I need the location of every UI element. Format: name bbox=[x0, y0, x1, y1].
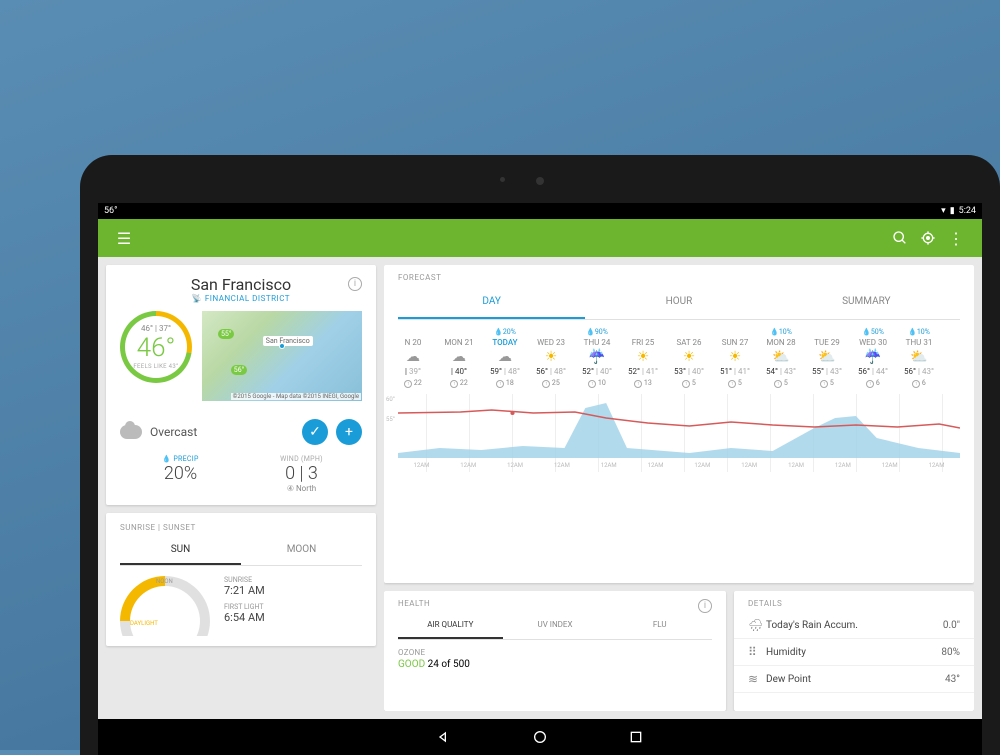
check-button[interactable]: ✓ bbox=[302, 419, 328, 445]
recents-icon[interactable] bbox=[628, 729, 644, 745]
condition-text: Overcast bbox=[150, 425, 294, 439]
forecast-day[interactable]: 💧50%WED 30☔56° | 44°↑ 6 bbox=[850, 326, 896, 388]
tablet-frame: 56° ▾ ▮ 5:24 ☰ ⋮ i San Francisco bbox=[80, 155, 1000, 755]
forecast-day[interactable]: FRI 25☀52° | 41°↑ 13 bbox=[620, 326, 666, 388]
forecast-card: FORECAST DAY HOUR SUMMARY N 20☁| 39°↑ 22… bbox=[384, 265, 974, 583]
sunrise-time: 7:21 AM bbox=[224, 584, 265, 597]
tab-summary[interactable]: SUMMARY bbox=[773, 286, 960, 319]
statusbar-time: 5:24 bbox=[959, 206, 976, 216]
city-name: San Francisco bbox=[120, 275, 362, 294]
health-card: i HEALTH AIR QUALITY UV INDEX FLU OZONE … bbox=[384, 591, 726, 711]
sun-dial: NOON DAYLIGHT bbox=[120, 576, 210, 636]
forecast-day[interactable]: 💧90%THU 24☔52° | 40°↑ 10 bbox=[574, 326, 620, 388]
app-toolbar: ☰ ⋮ bbox=[98, 219, 982, 257]
feels-like: FEELS LIKE 43° bbox=[133, 363, 178, 370]
temp-dial: 46° | 37° 46° FEELS LIKE 43° bbox=[120, 311, 192, 383]
forecast-day[interactable]: WED 23☀56° | 48°↑ 25 bbox=[528, 326, 574, 388]
sensor-dot bbox=[500, 177, 505, 182]
district-name: 📡 FINANCIAL DISTRICT bbox=[120, 294, 362, 303]
forecast-day[interactable]: 💧10%MON 28⛅54° | 43°↑ 5 bbox=[758, 326, 804, 388]
forecast-day[interactable]: MON 21☁| 40° ↑ 22 bbox=[436, 326, 482, 388]
android-statusbar: 56° ▾ ▮ 5:24 bbox=[98, 203, 982, 219]
wind-direction: ④ North bbox=[241, 484, 362, 493]
tab-flu[interactable]: FLU bbox=[607, 612, 712, 639]
current-temp: 46° bbox=[137, 333, 176, 363]
wifi-icon: ▾ bbox=[941, 206, 946, 216]
locate-icon[interactable] bbox=[914, 224, 942, 252]
forecast-day[interactable]: N 20☁| 39°↑ 22 bbox=[390, 326, 436, 388]
tab-moon[interactable]: MOON bbox=[241, 536, 362, 565]
sunrise-card: SUNRISE | SUNSET SUN MOON NOON DAYLIGHT bbox=[106, 513, 376, 646]
precip-value: 20% bbox=[120, 463, 241, 484]
mini-map[interactable]: 55° 56° San Francisco ©2015 Google - Map… bbox=[202, 311, 362, 401]
forecast-chart[interactable]: 60° 55° 12AM12AM12AM12AM12AM12AM12AM12AM… bbox=[384, 394, 974, 472]
tab-uv-index[interactable]: UV INDEX bbox=[503, 612, 608, 639]
forecast-days-row[interactable]: N 20☁| 39°↑ 22MON 21☁| 40° ↑ 22💧20%TODAY… bbox=[384, 320, 974, 394]
map-pin-icon bbox=[279, 343, 285, 349]
cloud-icon bbox=[120, 425, 142, 439]
firstlight-time: 6:54 AM bbox=[224, 611, 265, 624]
tab-sun[interactable]: SUN bbox=[120, 536, 241, 565]
forecast-day[interactable]: TUE 29⛅55° | 43°↑ 5 bbox=[804, 326, 850, 388]
tab-day[interactable]: DAY bbox=[398, 286, 585, 319]
forecast-day[interactable]: 💧20%TODAY☁59° | 48°↑ 18 bbox=[482, 326, 528, 388]
forecast-day[interactable]: SUN 27☀51° | 41°↑ 5 bbox=[712, 326, 758, 388]
location-card: i San Francisco 📡 FINANCIAL DISTRICT 46°… bbox=[106, 265, 376, 505]
tab-hour[interactable]: HOUR bbox=[585, 286, 772, 319]
info-icon[interactable]: i bbox=[698, 599, 712, 613]
forecast-day[interactable]: SAT 26☀53° | 40°↑ 5 bbox=[666, 326, 712, 388]
search-icon[interactable] bbox=[886, 224, 914, 252]
tab-air-quality[interactable]: AIR QUALITY bbox=[398, 612, 503, 639]
details-card: DETAILS 🌧Today's Rain Accum.0.0"⠿Humidit… bbox=[734, 591, 974, 711]
screen: 56° ▾ ▮ 5:24 ☰ ⋮ i San Francisco bbox=[98, 203, 982, 755]
detail-row: ≋Dew Point43° bbox=[734, 666, 974, 693]
detail-row: ⠿Humidity80% bbox=[734, 639, 974, 666]
battery-icon: ▮ bbox=[950, 206, 955, 216]
add-button[interactable]: + bbox=[336, 419, 362, 445]
back-icon[interactable] bbox=[436, 729, 452, 745]
overflow-menu-icon[interactable]: ⋮ bbox=[942, 224, 970, 252]
camera-dot bbox=[536, 177, 544, 185]
forecast-day[interactable]: 💧10%THU 31⛅56° | 43°↑ 6 bbox=[896, 326, 942, 388]
info-icon[interactable]: i bbox=[348, 277, 362, 291]
detail-row: 🌧Today's Rain Accum.0.0" bbox=[734, 612, 974, 639]
hamburger-icon[interactable]: ☰ bbox=[110, 224, 138, 252]
home-icon[interactable] bbox=[532, 729, 548, 745]
wind-value: 0 | 3 bbox=[241, 463, 362, 484]
statusbar-temp: 56° bbox=[104, 206, 117, 216]
